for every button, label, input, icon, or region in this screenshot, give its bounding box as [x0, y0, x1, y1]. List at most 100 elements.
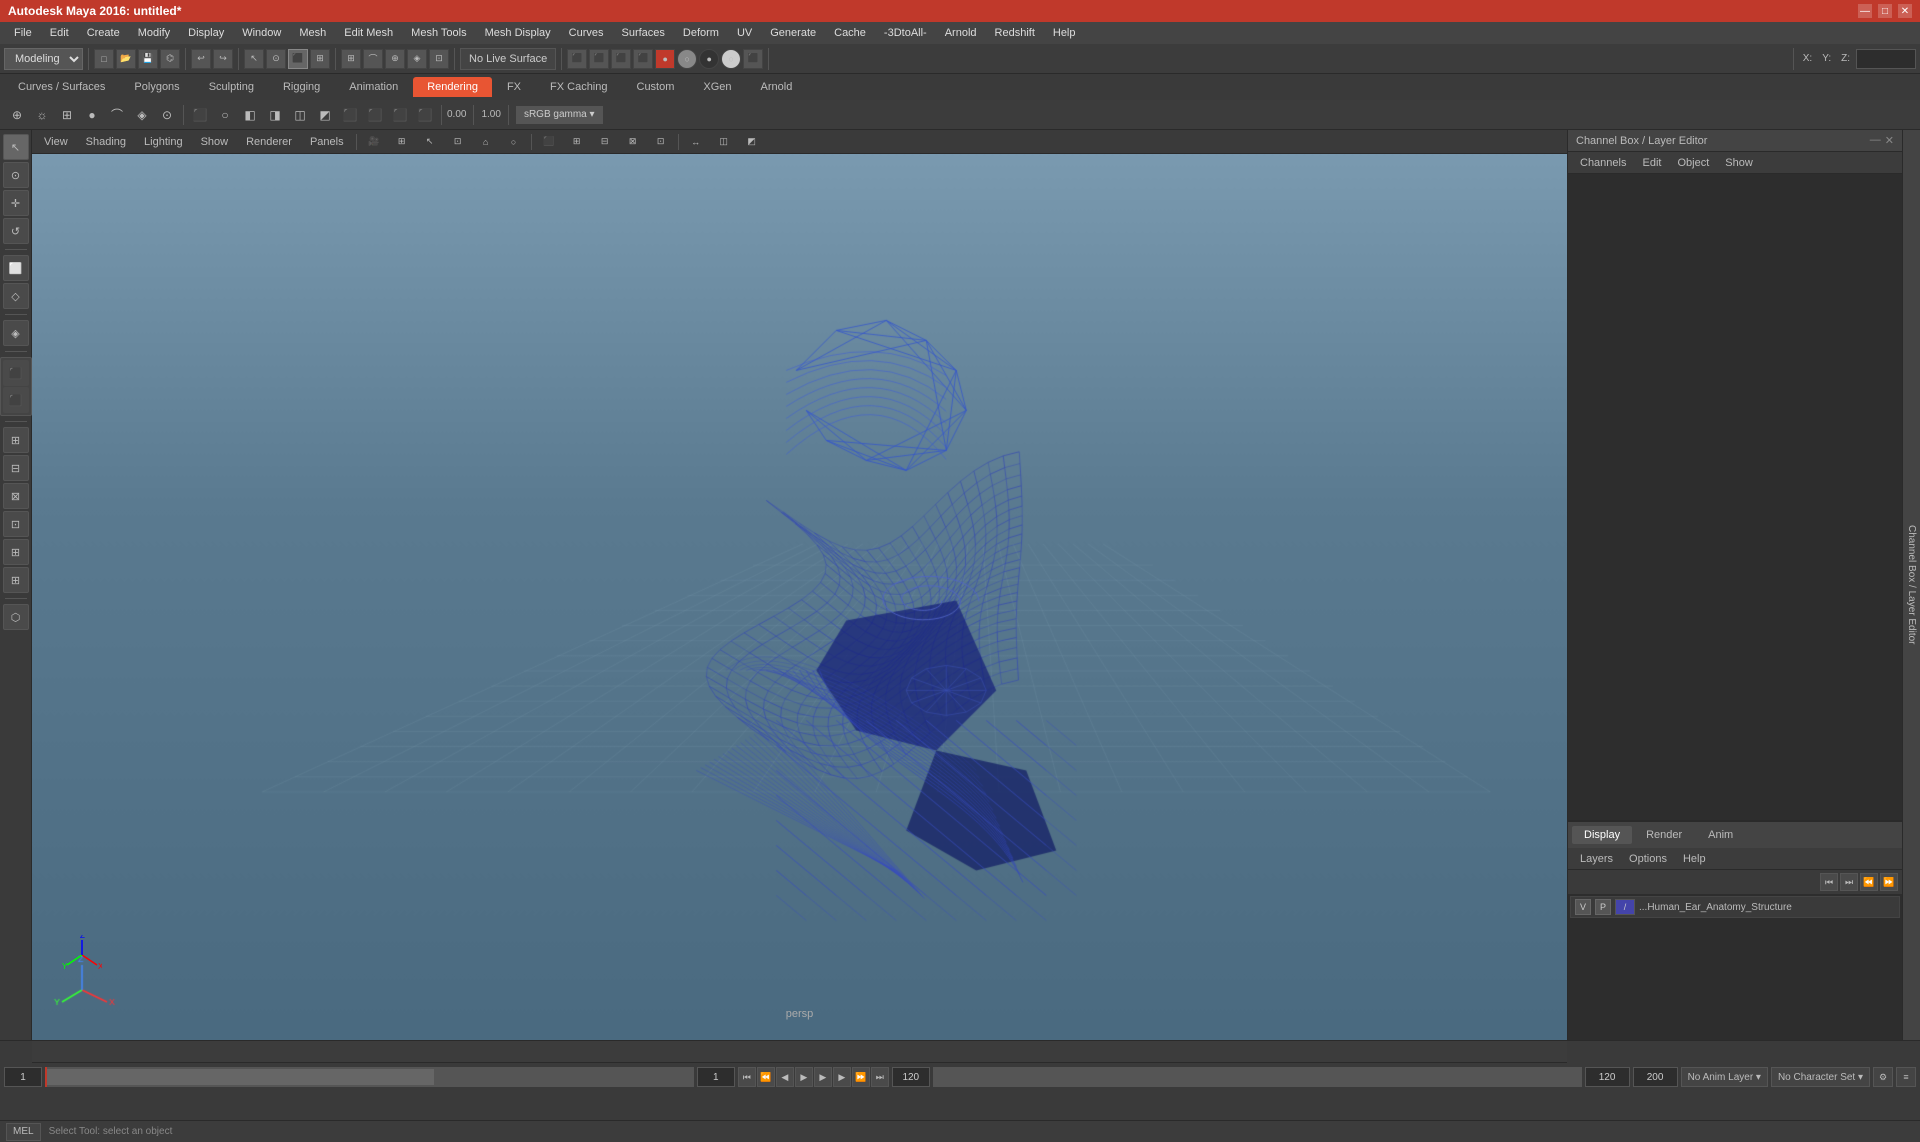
stereo-icon[interactable]: ↔: [685, 131, 707, 153]
character-set-selector[interactable]: No Character Set ▾: [1771, 1067, 1870, 1087]
menu-3dtoall[interactable]: -3DtoAll-: [876, 25, 935, 41]
menu-redshift[interactable]: Redshift: [987, 25, 1043, 41]
menu-curves[interactable]: Curves: [561, 25, 612, 41]
display-mode3-button[interactable]: ⊠: [3, 483, 29, 509]
layer-reference-toggle[interactable]: P: [1595, 899, 1611, 915]
play-back-button[interactable]: ▶: [795, 1067, 813, 1087]
scale-tool-button[interactable]: ⬜: [3, 255, 29, 281]
display-mode2-button[interactable]: ⊟: [3, 455, 29, 481]
vp-menu-show[interactable]: Show: [195, 134, 235, 150]
timeline-extra-button[interactable]: ≡: [1896, 1067, 1916, 1087]
le-toolbar-btn2[interactable]: ⏭: [1840, 873, 1858, 891]
le-menu-help[interactable]: Help: [1677, 851, 1712, 867]
paint-select-button[interactable]: ⊙: [3, 162, 29, 188]
wireframe-icon[interactable]: ⬛: [189, 104, 211, 126]
snap-curve-icon[interactable]: ⌒: [363, 49, 383, 69]
range-end-field[interactable]: 120: [892, 1067, 930, 1087]
ambient-icon[interactable]: ◩: [314, 104, 336, 126]
viewport-full-icon[interactable]: ⊠: [622, 131, 644, 153]
save-icon[interactable]: 💾: [138, 49, 158, 69]
cam-icon[interactable]: 🎥: [363, 131, 385, 153]
redo-icon[interactable]: ↪: [213, 49, 233, 69]
cb-menu-show[interactable]: Show: [1719, 155, 1759, 171]
tab-curves-surfaces[interactable]: Curves / Surfaces: [4, 77, 119, 97]
prev-key-button[interactable]: ◀: [776, 1067, 794, 1087]
tab-sculpting[interactable]: Sculpting: [195, 77, 268, 97]
menu-generate[interactable]: Generate: [762, 25, 824, 41]
show-icon[interactable]: ⬛: [364, 104, 386, 126]
menu-uv[interactable]: UV: [729, 25, 760, 41]
menu-mesh-tools[interactable]: Mesh Tools: [403, 25, 474, 41]
playhead[interactable]: [45, 1067, 47, 1087]
gamma-selector[interactable]: sRGB gamma ▾: [516, 106, 603, 124]
menu-modify[interactable]: Modify: [130, 25, 178, 41]
checker-icon[interactable]: ⬛: [743, 49, 763, 69]
vp-menu-renderer[interactable]: Renderer: [240, 134, 298, 150]
layer-item[interactable]: V P / ...Human_Ear_Anatomy_Structure: [1570, 896, 1900, 918]
le-tab-render[interactable]: Render: [1634, 826, 1694, 844]
object-icon[interactable]: ⬛: [389, 104, 411, 126]
tab-fx-caching[interactable]: FX Caching: [536, 77, 621, 97]
component-icon[interactable]: ⬛: [339, 104, 361, 126]
group-btn-2[interactable]: ⬛: [3, 387, 29, 413]
next-key-button[interactable]: ▶: [833, 1067, 851, 1087]
channel-box-min-button[interactable]: —: [1870, 134, 1881, 147]
menu-cache[interactable]: Cache: [826, 25, 874, 41]
timeline-track[interactable]: [45, 1067, 694, 1087]
bookmark-icon[interactable]: ⊡: [447, 131, 469, 153]
wireframe2-icon[interactable]: ◫: [713, 131, 735, 153]
select-view-icon[interactable]: ↖: [419, 131, 441, 153]
curve2-icon[interactable]: ⌒: [106, 104, 128, 126]
save-as-icon[interactable]: ⌬: [160, 49, 180, 69]
tab-polygons[interactable]: Polygons: [120, 77, 193, 97]
viewport-3d[interactable]: persp X Y Z: [32, 154, 1567, 1040]
next-frame-button[interactable]: ⏩: [852, 1067, 870, 1087]
prev-frame-button[interactable]: ⏪: [757, 1067, 775, 1087]
menu-window[interactable]: Window: [234, 25, 289, 41]
range-track[interactable]: [933, 1067, 1582, 1087]
display-mode4-button[interactable]: ⊡: [3, 511, 29, 537]
display-mode-button[interactable]: ⊞: [3, 427, 29, 453]
close-button[interactable]: ✕: [1898, 4, 1912, 18]
go-end-button[interactable]: ⏭: [871, 1067, 889, 1087]
menu-arnold[interactable]: Arnold: [937, 25, 985, 41]
menu-help[interactable]: Help: [1045, 25, 1084, 41]
tab-rendering[interactable]: Rendering: [413, 77, 492, 97]
display-mode6-button[interactable]: ⊞: [3, 567, 29, 593]
anim-layer-selector[interactable]: No Anim Layer ▾: [1681, 1067, 1768, 1087]
new-file-icon[interactable]: □: [94, 49, 114, 69]
viewport-toggle-icon[interactable]: ⊟: [594, 131, 616, 153]
menu-mesh[interactable]: Mesh: [291, 25, 334, 41]
le-toolbar-btn4[interactable]: ⏩: [1880, 873, 1898, 891]
undo-icon[interactable]: ↩: [191, 49, 211, 69]
tab-custom[interactable]: Custom: [623, 77, 689, 97]
play-forward-button[interactable]: ▶: [814, 1067, 832, 1087]
viewport-type-icon[interactable]: ⬛: [538, 131, 560, 153]
le-menu-options[interactable]: Options: [1623, 851, 1673, 867]
snap-view2-icon[interactable]: ⌂: [475, 131, 497, 153]
tab-fx[interactable]: FX: [493, 77, 535, 97]
render-settings-icon[interactable]: ⬛: [611, 49, 631, 69]
smooth-icon[interactable]: ○: [214, 104, 236, 126]
snap-grid-icon[interactable]: ⊞: [341, 49, 361, 69]
view-icon[interactable]: ⊙: [156, 104, 178, 126]
menu-surfaces[interactable]: Surfaces: [613, 25, 672, 41]
group-btn-1[interactable]: ⬛: [3, 360, 29, 386]
surface-icon[interactable]: ◈: [131, 104, 153, 126]
snap-view-icon[interactable]: ⊡: [429, 49, 449, 69]
menu-create[interactable]: Create: [79, 25, 128, 41]
grid-view-icon[interactable]: ⊞: [391, 131, 413, 153]
cb-menu-edit[interactable]: Edit: [1636, 155, 1667, 171]
render-pass-icon[interactable]: ●: [655, 49, 675, 69]
select-icon[interactable]: ↖: [244, 49, 264, 69]
cb-menu-channels[interactable]: Channels: [1574, 155, 1632, 171]
timeline-settings-button[interactable]: ⚙: [1873, 1067, 1893, 1087]
vp-menu-view[interactable]: View: [38, 134, 74, 150]
isolate-view-icon[interactable]: ○: [503, 131, 525, 153]
light-sphere-icon[interactable]: ○: [721, 49, 741, 69]
maximize-button[interactable]: □: [1878, 4, 1892, 18]
timeline-ruler[interactable]: [32, 1041, 1567, 1063]
snap-surface-icon[interactable]: ◈: [407, 49, 427, 69]
misc-button[interactable]: ⬡: [3, 604, 29, 630]
light-icon[interactable]: ◨: [264, 104, 286, 126]
